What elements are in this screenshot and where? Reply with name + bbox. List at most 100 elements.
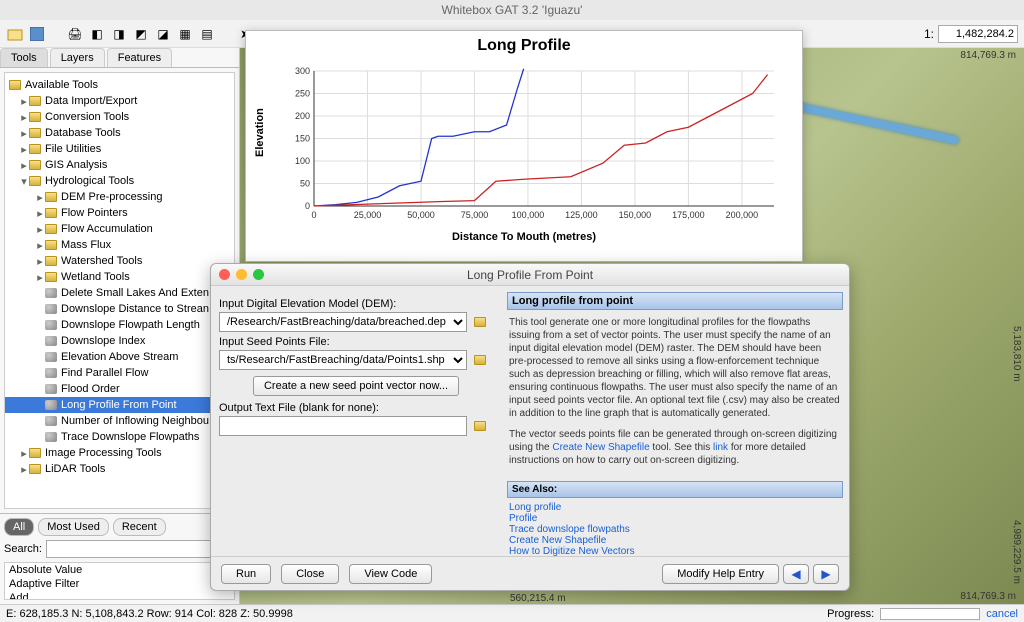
browse-output-icon[interactable] [471,417,493,435]
print-icon[interactable]: 🖨 [66,25,84,43]
folder-icon [45,272,57,282]
open-icon[interactable] [6,25,24,43]
disclosure-icon[interactable]: ▸ [19,95,29,108]
list-item[interactable]: Adaptive Filter [5,577,234,591]
search-input[interactable] [46,540,235,558]
chart-window[interactable]: Long Profile Elevation 05010015020025030… [245,30,803,262]
disclosure-icon[interactable]: ▸ [19,143,29,156]
scale-input[interactable] [938,25,1018,43]
layer4-icon[interactable]: ◪ [154,25,172,43]
tree-item[interactable]: Database Tools [45,127,121,139]
disclosure-icon[interactable]: ▸ [35,191,45,204]
tree-item[interactable]: DEM Pre-processing [61,191,162,203]
scale-label: 1: [924,27,934,41]
tree-item[interactable]: Watershed Tools [61,255,142,267]
help-link[interactable]: Create New Shapefile [509,535,841,546]
tree-item[interactable]: LiDAR Tools [45,463,105,475]
folder-icon [45,224,57,234]
tree-leaf[interactable]: Downslope Index [61,335,145,347]
nav-back-icon[interactable]: ◀ [783,564,809,584]
tree-leaf[interactable]: Downslope Distance to Strean [61,303,209,315]
tree-leaf[interactable]: Number of Inflowing Neighbou [61,415,209,427]
create-seed-button[interactable]: Create a new seed point vector now... [253,376,459,396]
tree-item[interactable]: File Utilities [45,143,101,155]
table-icon[interactable]: ▤ [198,25,216,43]
browse-dem-icon[interactable] [471,313,493,331]
help-link[interactable]: Profile [509,513,841,524]
layer3-icon[interactable]: ◩ [132,25,150,43]
seed-input[interactable]: ts/Research/FastBreaching/data/Points1.s… [219,350,467,370]
help-link[interactable]: Create New Shapefile [552,442,649,453]
tree-leaf[interactable]: Trace Downslope Flowpaths [61,431,199,443]
help-link[interactable]: link [713,442,728,453]
tool-icon [45,368,57,378]
browse-seed-icon[interactable] [471,351,493,369]
tree-item[interactable]: Conversion Tools [45,111,129,123]
tree-leaf-selected[interactable]: Long Profile From Point [61,399,177,411]
tree-item[interactable]: Flow Pointers [61,207,128,219]
save-icon[interactable] [28,25,46,43]
tree-item[interactable]: Hydrological Tools [45,175,134,187]
seed-label: Input Seed Points File: [219,336,493,348]
tool-tree[interactable]: Available Tools ▸Data Import/Export ▸Con… [4,72,235,509]
tree-leaf[interactable]: Find Parallel Flow [61,367,148,379]
chart-plot: 050100150200250300025,00050,00075,000100… [264,61,784,241]
svg-text:150: 150 [295,134,310,144]
tree-item[interactable]: Flow Accumulation [61,223,153,235]
tree-item[interactable]: Data Import/Export [45,95,137,107]
list-item[interactable]: Absolute Value [5,563,234,577]
coord-right-side: 5,183,810 m [1011,326,1022,382]
tab-features[interactable]: Features [107,48,172,67]
disclosure-icon[interactable]: ▸ [19,159,29,172]
filter-recent[interactable]: Recent [113,518,166,536]
tree-item[interactable]: Wetland Tools [61,271,130,283]
svg-text:175,000: 175,000 [672,210,705,220]
tree-leaf[interactable]: Flood Order [61,383,120,395]
tree-item[interactable]: GIS Analysis [45,159,107,171]
tree-item[interactable]: Image Processing Tools [45,447,162,459]
output-input[interactable] [219,416,467,436]
tree-item[interactable]: Mass Flux [61,239,111,251]
progress-bar [880,608,980,620]
list-item[interactable]: Add [5,591,234,600]
help-link[interactable]: How to Digitize New Vectors [509,546,841,556]
help-link[interactable]: Long profile [509,502,841,513]
tool-icon [45,416,57,426]
disclosure-icon[interactable]: ▸ [19,111,29,124]
folder-icon [29,96,41,106]
tab-layers[interactable]: Layers [50,48,105,67]
view-code-button[interactable]: View Code [349,564,432,584]
disclosure-icon[interactable]: ▸ [19,447,29,460]
help-link[interactable]: Trace downslope flowpaths [509,524,841,535]
disclosure-icon[interactable]: ▸ [35,223,45,236]
filter-all[interactable]: All [4,518,34,536]
folder-icon [29,464,41,474]
dem-input[interactable]: /Research/FastBreaching/data/breached.de… [219,312,467,332]
tree-leaf[interactable]: Elevation Above Stream [61,351,178,363]
disclosure-icon[interactable]: ▸ [35,207,45,220]
filter-results[interactable]: Absolute Value Adaptive Filter Add [4,562,235,600]
run-button[interactable]: Run [221,564,271,584]
nav-forward-icon[interactable]: ▶ [813,564,839,584]
svg-text:50,000: 50,000 [407,210,435,220]
tab-tools[interactable]: Tools [0,48,48,67]
disclosure-icon[interactable]: ▸ [35,271,45,284]
tree-leaf[interactable]: Downslope Flowpath Length [61,319,200,331]
sidebar: Tools Layers Features Available Tools ▸D… [0,48,240,604]
disclosure-icon[interactable]: ▸ [19,127,29,140]
filter-most-used[interactable]: Most Used [38,518,109,536]
dialog-titlebar[interactable]: Long Profile From Point [211,264,849,286]
close-button[interactable]: Close [281,564,339,584]
folder-icon [29,144,41,154]
disclosure-icon[interactable]: ▸ [35,255,45,268]
layer1-icon[interactable]: ◧ [88,25,106,43]
attr-icon[interactable]: ▦ [176,25,194,43]
cancel-link[interactable]: cancel [986,608,1018,620]
svg-text:50: 50 [300,179,310,189]
disclosure-icon[interactable]: ▾ [19,175,29,188]
tree-leaf[interactable]: Delete Small Lakes And Exten [61,287,209,299]
layer2-icon[interactable]: ◨ [110,25,128,43]
modify-help-button[interactable]: Modify Help Entry [662,564,779,584]
disclosure-icon[interactable]: ▸ [35,239,45,252]
disclosure-icon[interactable]: ▸ [19,463,29,476]
